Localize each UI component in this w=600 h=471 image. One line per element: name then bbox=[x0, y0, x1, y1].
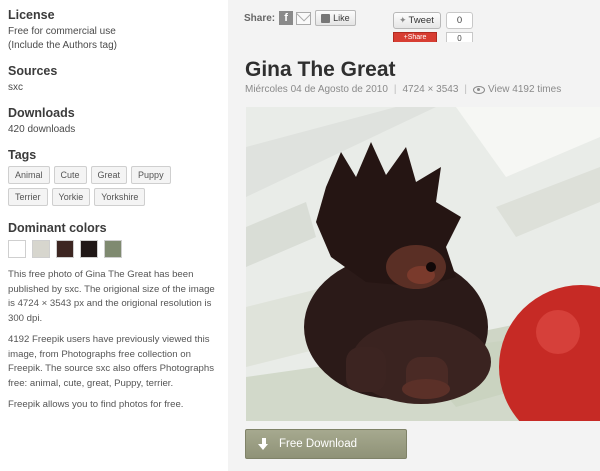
photo-preview[interactable] bbox=[246, 107, 600, 421]
tag-yorkie[interactable]: Yorkie bbox=[51, 188, 91, 206]
share-bar: Share: f Like bbox=[244, 10, 356, 26]
sources-value: sxc bbox=[8, 82, 23, 93]
downloads-title: Downloads bbox=[8, 106, 75, 120]
photo-description: This free photo of Gina The Great has be… bbox=[8, 268, 223, 413]
license-title: License bbox=[8, 8, 55, 22]
color-swatch[interactable] bbox=[8, 240, 26, 258]
tag-yorkshire[interactable]: Yorkshire bbox=[94, 188, 146, 206]
downloads-section: Downloads 420 downloads bbox=[8, 106, 220, 137]
license-section: License Free for commercial use (Include… bbox=[8, 8, 220, 53]
dominant-colors-section: Dominant colors bbox=[8, 221, 220, 258]
tweet-button[interactable]: ✦ Tweet bbox=[393, 12, 441, 29]
sources-title: Sources bbox=[8, 64, 58, 78]
download-label: Free Download bbox=[279, 438, 357, 450]
main-content: Share: f Like ✦ Tweet 0 +Share 0 Gina Th… bbox=[228, 0, 600, 471]
tags-section: Tags Animal Cute Great Puppy Terrier Yor… bbox=[8, 148, 220, 210]
puppy-photo bbox=[246, 107, 600, 421]
license-line-2: (Include the Authors tag) bbox=[8, 40, 117, 51]
gplus-count: 0 bbox=[446, 32, 473, 42]
mail-icon[interactable] bbox=[296, 11, 312, 25]
tag-list: Animal Cute Great Puppy Terrier Yorkie Y… bbox=[8, 166, 218, 210]
downloads-value: 420 downloads bbox=[8, 124, 76, 135]
thumbs-up-icon bbox=[321, 13, 331, 23]
sources-section: Sources sxc bbox=[8, 64, 220, 95]
photo-meta: Miércoles 04 de Agosto de 2010 | 4724 × … bbox=[245, 84, 561, 95]
tweet-count: 0 bbox=[446, 12, 473, 29]
tag-animal[interactable]: Animal bbox=[8, 166, 50, 184]
sidebar: License Free for commercial use (Include… bbox=[0, 0, 228, 471]
photo-dimensions: 4724 × 3543 bbox=[402, 84, 459, 95]
dominant-colors-title: Dominant colors bbox=[8, 221, 107, 235]
gplus-share-button[interactable]: +Share bbox=[393, 32, 437, 42]
page-title: Gina The Great bbox=[245, 58, 396, 81]
tweet-label: Tweet bbox=[408, 15, 434, 26]
meta-divider: | bbox=[464, 84, 467, 95]
tags-title: Tags bbox=[8, 148, 37, 162]
view-count: View 4192 times bbox=[488, 84, 562, 95]
tag-great[interactable]: Great bbox=[90, 166, 128, 184]
color-swatches bbox=[8, 240, 220, 258]
color-swatch[interactable] bbox=[104, 240, 122, 258]
tag-puppy[interactable]: Puppy bbox=[131, 166, 171, 184]
meta-divider: | bbox=[393, 84, 397, 95]
description-paragraph-2: 4192 Freepik users have previously viewe… bbox=[8, 334, 215, 389]
tag-terrier[interactable]: Terrier bbox=[8, 188, 48, 206]
download-arrow-icon bbox=[258, 438, 269, 450]
twitter-bird-icon: ✦ bbox=[399, 15, 407, 25]
eye-icon bbox=[473, 85, 485, 94]
tag-cute[interactable]: Cute bbox=[53, 166, 87, 184]
publish-date: Miércoles 04 de Agosto de 2010 bbox=[245, 84, 388, 95]
facebook-icon[interactable]: f bbox=[279, 11, 294, 25]
license-line-1: Free for commercial use bbox=[8, 26, 116, 37]
description-paragraph-3: Freepik allows you to find photos for fr… bbox=[8, 399, 184, 410]
color-swatch[interactable] bbox=[56, 240, 74, 258]
color-swatch[interactable] bbox=[32, 240, 50, 258]
like-button[interactable]: Like bbox=[315, 10, 356, 26]
color-swatch[interactable] bbox=[80, 240, 98, 258]
description-paragraph-1: This free photo of Gina The Great has be… bbox=[8, 269, 215, 324]
share-label: Share: bbox=[244, 12, 276, 24]
like-label: Like bbox=[333, 13, 350, 23]
free-download-button[interactable]: Free Download bbox=[245, 429, 407, 459]
